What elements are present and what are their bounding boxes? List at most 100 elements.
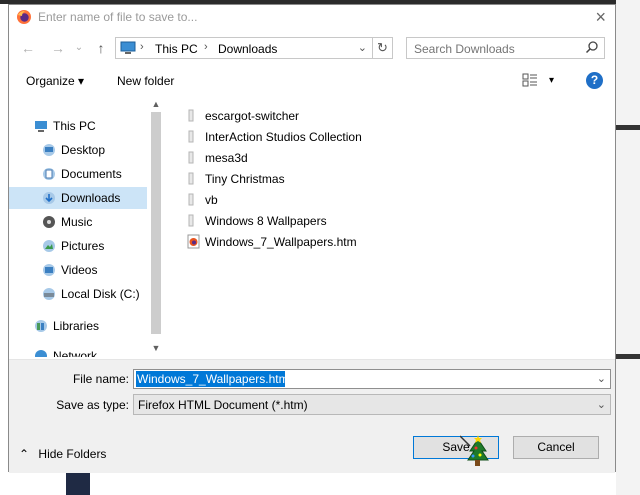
sidebar-item-label: Downloads: [61, 191, 121, 205]
hide-folders-label: Hide Folders: [38, 447, 107, 461]
documents-icon: [43, 168, 55, 180]
file-name-input[interactable]: [135, 371, 594, 387]
close-button[interactable]: ×: [595, 7, 606, 28]
folder-icon: [188, 109, 194, 122]
search-input[interactable]: [407, 38, 586, 60]
sidebar-item-videos[interactable]: Videos: [9, 259, 149, 281]
up-button[interactable]: ↑: [91, 38, 111, 58]
sidebar-item-label: Libraries: [53, 319, 100, 333]
navigation-bar: ← → ⌄ ↑ › This PC › Downloads ⌄ ↻: [9, 35, 615, 63]
background-taskbar-item: [66, 472, 90, 495]
save-as-type-dropdown-icon[interactable]: ⌄: [597, 398, 606, 411]
sidebar-item-this-pc[interactable]: This PC: [9, 115, 149, 137]
background-rule: [616, 125, 640, 130]
help-icon[interactable]: ?: [586, 72, 603, 89]
disk-icon: [43, 288, 55, 300]
sidebar-item-label: Pictures: [61, 239, 105, 253]
save-as-type-label: Save as type:: [56, 398, 129, 412]
file-list: escargot-switcher InterAction Studios Co…: [177, 101, 607, 357]
downloads-icon: [43, 192, 55, 204]
pc-icon: [35, 121, 47, 132]
save-as-type-select[interactable]: Firefox HTML Document (*.htm) ⌄: [133, 394, 611, 415]
pc-icon: [120, 41, 136, 54]
sidebar-item-label: This PC: [53, 119, 96, 133]
view-dropdown-icon[interactable]: ▾: [549, 75, 554, 86]
file-name: Windows 8 Wallpapers: [205, 214, 327, 228]
folder-icon: [188, 130, 194, 143]
scrollbar-thumb[interactable]: [151, 112, 161, 334]
cancel-button[interactable]: Cancel: [513, 436, 599, 459]
search-icon: [585, 41, 598, 54]
file-name: mesa3d: [205, 151, 248, 165]
sidebar-item-downloads[interactable]: Downloads: [9, 187, 147, 209]
music-icon: [43, 216, 55, 228]
recent-dropdown-button[interactable]: ⌄: [69, 38, 89, 58]
desktop-icon: [43, 144, 55, 156]
folder-icon: [188, 214, 194, 227]
view-options-icon[interactable]: [522, 73, 538, 87]
navigation-scrollbar[interactable]: ▲ ▼: [149, 98, 163, 356]
sidebar-item-pictures[interactable]: Pictures: [9, 235, 149, 257]
breadcrumb-separator: ›: [204, 41, 208, 53]
sidebar-item-libraries[interactable]: Libraries: [9, 315, 149, 337]
list-item[interactable]: vb: [187, 190, 487, 211]
new-folder-button[interactable]: New folder: [117, 74, 174, 88]
sidebar-item-label: Network: [53, 349, 98, 357]
background-window-edge: [616, 0, 640, 495]
sidebar-item-local-disk[interactable]: Local Disk (C:): [9, 283, 149, 305]
organize-menu[interactable]: Organize ▾: [26, 74, 84, 88]
firefox-icon: [17, 10, 31, 24]
network-icon: [35, 350, 47, 357]
christmas-tree-cursor-icon: [460, 435, 489, 466]
navigation-pane: This PC Desktop Documents Downloads Musi…: [9, 95, 164, 357]
refresh-button[interactable]: ↻: [373, 37, 393, 59]
sidebar-item-label: Music: [61, 215, 93, 229]
file-name: InterAction Studios Collection: [205, 130, 362, 144]
chevron-up-icon: ⌃: [19, 447, 30, 461]
sidebar-item-network[interactable]: Network: [9, 345, 149, 357]
list-item[interactable]: escargot-switcher: [187, 106, 487, 127]
folder-icon: [188, 172, 194, 185]
file-name: Windows_7_Wallpapers.htm: [205, 235, 357, 249]
breadcrumb-separator: ›: [140, 41, 144, 53]
search-box[interactable]: [406, 37, 605, 60]
pictures-icon: [43, 240, 55, 252]
scroll-up-arrow[interactable]: ▲: [149, 99, 163, 109]
file-name: Tiny Christmas: [205, 172, 285, 186]
list-item[interactable]: mesa3d: [187, 148, 487, 169]
command-bar: Organize ▾ New folder ▾ ?: [9, 68, 615, 94]
hide-folders-button[interactable]: ⌃ Hide Folders: [19, 447, 106, 461]
save-as-type-value: Firefox HTML Document (*.htm): [138, 398, 308, 412]
list-item[interactable]: Tiny Christmas: [187, 169, 487, 190]
videos-icon: [43, 264, 55, 276]
sidebar-item-label: Documents: [61, 167, 122, 181]
file-name-dropdown-icon[interactable]: ⌄: [597, 372, 606, 385]
sidebar-item-documents[interactable]: Documents: [9, 163, 149, 185]
sidebar-item-label: Videos: [61, 263, 98, 277]
address-bar[interactable]: › This PC › Downloads ⌄: [115, 37, 373, 59]
list-item[interactable]: InterAction Studios Collection: [187, 127, 487, 148]
dialog-footer: File name: ⌄ Save as type: Firefox HTML …: [9, 360, 615, 473]
folder-icon: [188, 151, 194, 164]
list-item[interactable]: Windows_7_Wallpapers.htm: [187, 232, 487, 253]
back-button[interactable]: ←: [18, 38, 38, 58]
list-item[interactable]: Windows 8 Wallpapers: [187, 211, 487, 232]
breadcrumb-this-pc[interactable]: This PC: [155, 42, 198, 56]
file-name: vb: [205, 193, 218, 207]
folder-icon: [188, 193, 194, 206]
sidebar-item-desktop[interactable]: Desktop: [9, 139, 149, 161]
file-name: escargot-switcher: [205, 109, 300, 123]
sidebar-item-label: Desktop: [61, 143, 106, 157]
file-name-field[interactable]: ⌄: [133, 369, 611, 389]
breadcrumb-downloads[interactable]: Downloads: [218, 42, 277, 56]
background-rule: [616, 354, 640, 359]
htm-file-icon: [187, 234, 200, 249]
scroll-down-arrow[interactable]: ▼: [149, 343, 163, 353]
save-file-dialog: Enter name of file to save to... × ← → ⌄…: [8, 4, 616, 473]
sidebar-item-music[interactable]: Music: [9, 211, 149, 233]
forward-button[interactable]: →: [48, 38, 68, 58]
title-bar: Enter name of file to save to... ×: [9, 5, 615, 31]
sidebar-item-label: Local Disk (C:): [61, 287, 140, 301]
libraries-icon: [35, 320, 47, 332]
address-dropdown-icon[interactable]: ⌄: [358, 41, 367, 54]
